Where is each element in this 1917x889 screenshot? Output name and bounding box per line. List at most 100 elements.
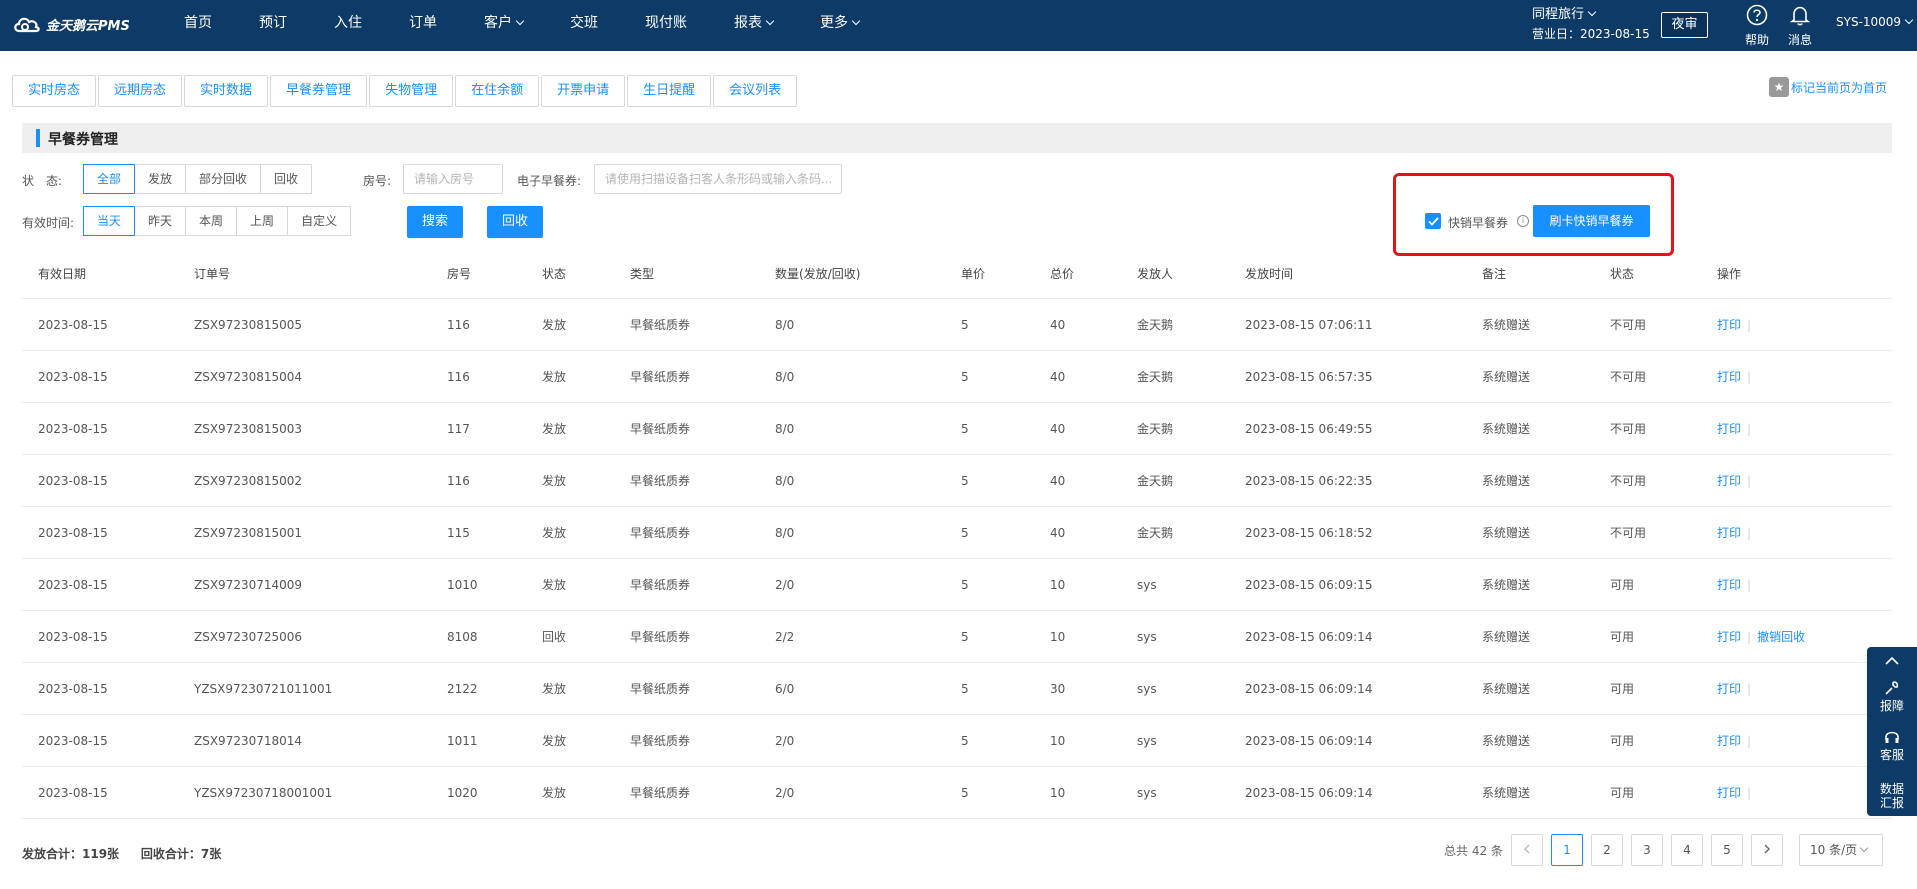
evoucher-input[interactable] — [594, 164, 842, 194]
valid-option-this-week[interactable]: 本周 — [185, 206, 238, 236]
chevron-left-icon — [1524, 844, 1530, 854]
chevron-down-icon — [515, 16, 525, 26]
valid-option-yesterday[interactable]: 昨天 — [134, 206, 187, 236]
cell-status: 发放 — [542, 318, 567, 332]
page-3[interactable]: 3 — [1631, 834, 1663, 866]
swipe-quick-sell-button[interactable]: 刷卡快销早餐券 — [1533, 205, 1650, 237]
print-link[interactable]: 打印 — [1717, 680, 1741, 697]
cell-issuer: 金天鹅 — [1137, 370, 1174, 384]
pin-icon: ★ — [1769, 77, 1789, 97]
info-icon[interactable]: i — [1517, 215, 1529, 227]
page-size-select[interactable]: 10 条/页 — [1799, 834, 1883, 866]
nav-checkin[interactable]: 入住 — [330, 0, 366, 51]
nav-more[interactable]: 更多 — [816, 0, 863, 51]
valid-option-last-week[interactable]: 上周 — [236, 206, 289, 236]
main-nav: 首页 预订 入住 订单 客户 交班 现付账 报表 更多 — [180, 0, 902, 51]
cell-actions: 打印 | — [1717, 351, 1757, 402]
cell-issue-time: 2023-08-15 06:09:14 — [1245, 733, 1373, 748]
quick-sell-checkbox[interactable] — [1425, 213, 1441, 229]
customer-service-button[interactable]: 客服 — [1867, 729, 1917, 762]
recycle-button[interactable]: 回收 — [487, 206, 543, 238]
print-link[interactable]: 打印 — [1717, 524, 1741, 541]
user-menu[interactable]: SYS-10009 — [1836, 15, 1914, 29]
tab-in-house-balance[interactable]: 在住余额 — [455, 75, 540, 107]
cell-order-no: ZSX97230718014 — [194, 733, 303, 748]
valid-option-custom[interactable]: 自定义 — [287, 206, 352, 236]
header-availability: 状态 — [1610, 266, 1635, 281]
print-link[interactable]: 打印 — [1717, 628, 1741, 645]
cell-availability: 可用 — [1610, 578, 1635, 592]
cell-actions: 打印 | 撤销回收 — [1717, 611, 1805, 662]
tab-breakfast-vouchers[interactable]: 早餐券管理 — [270, 75, 368, 107]
print-link[interactable]: 打印 — [1717, 732, 1741, 749]
data-report-button[interactable]: 数据汇报 — [1867, 782, 1917, 810]
cell-issuer: 金天鹅 — [1137, 474, 1174, 488]
report-issue-button[interactable]: 报障 — [1867, 680, 1917, 713]
nav-customers[interactable]: 客户 — [480, 0, 527, 51]
header-status: 状态 — [542, 266, 567, 281]
action-divider: | — [1747, 733, 1752, 748]
status-option-all[interactable]: 全部 — [83, 164, 136, 194]
chevron-down-icon — [1904, 15, 1914, 25]
cell-availability: 可用 — [1610, 630, 1635, 644]
nav-reports[interactable]: 报表 — [730, 0, 777, 51]
status-option-recycled[interactable]: 回收 — [260, 164, 313, 194]
nav-shift[interactable]: 交班 — [566, 0, 602, 51]
night-audit-button[interactable]: 夜审 — [1661, 12, 1708, 38]
valid-option-today[interactable]: 当天 — [83, 206, 136, 236]
cell-total-price: 40 — [1050, 421, 1066, 436]
nav-orders-label: 订单 — [409, 15, 437, 31]
hotel-selector[interactable]: 同程旅行 — [1532, 6, 1597, 24]
app-logo[interactable]: 金天鹅云PMS — [12, 14, 130, 34]
room-number-input[interactable] — [403, 164, 503, 194]
cell-valid-date: 2023-08-15 — [38, 681, 108, 696]
undo-recycle-link[interactable]: 撤销回收 — [1757, 628, 1805, 645]
quick-sell-label: 快销早餐券 — [1448, 216, 1509, 230]
cell-issuer: sys — [1137, 629, 1157, 644]
cell-remark: 系统赠送 — [1482, 422, 1531, 436]
tab-realtime-data[interactable]: 实时数据 — [184, 75, 269, 107]
table-row: 2023-08-15 YZSX97230718001001 1020 发放 早餐纸质券 2… — [22, 767, 1892, 819]
nav-reports-label: 报表 — [734, 15, 762, 31]
help-icon — [1746, 4, 1768, 26]
scroll-top-button[interactable] — [1867, 655, 1917, 669]
cell-order-no: YZSX97230718001001 — [194, 785, 333, 800]
cell-valid-date: 2023-08-15 — [38, 525, 108, 540]
cell-actions: 打印 | — [1717, 455, 1757, 506]
print-link[interactable]: 打印 — [1717, 316, 1741, 333]
tab-invoice-requests[interactable]: 开票申请 — [541, 75, 626, 107]
next-page-button[interactable] — [1751, 834, 1783, 866]
cell-type: 早餐纸质券 — [630, 422, 691, 436]
tab-meeting-list[interactable]: 会议列表 — [713, 75, 798, 107]
tab-lost-found[interactable]: 失物管理 — [369, 75, 454, 107]
cell-issue-time: 2023-08-15 06:09:14 — [1245, 785, 1373, 800]
status-option-partial[interactable]: 部分回收 — [185, 164, 262, 194]
print-link[interactable]: 打印 — [1717, 420, 1741, 437]
nav-home[interactable]: 首页 — [180, 0, 216, 51]
print-link[interactable]: 打印 — [1717, 368, 1741, 385]
print-link[interactable]: 打印 — [1717, 576, 1741, 593]
tab-future-room-status[interactable]: 远期房态 — [98, 75, 183, 107]
search-button[interactable]: 搜索 — [407, 206, 463, 238]
page-2[interactable]: 2 — [1591, 834, 1623, 866]
status-option-issued[interactable]: 发放 — [134, 164, 187, 194]
page-5[interactable]: 5 — [1711, 834, 1743, 866]
cell-room: 115 — [447, 525, 470, 540]
nav-orders[interactable]: 订单 — [405, 0, 441, 51]
page-4[interactable]: 4 — [1671, 834, 1703, 866]
nav-booking[interactable]: 预订 — [255, 0, 291, 51]
cell-type: 早餐纸质券 — [630, 578, 691, 592]
header-actions: 操作 — [1717, 266, 1742, 281]
print-link[interactable]: 打印 — [1717, 784, 1741, 801]
tab-realtime-room-status[interactable]: 实时房态 — [12, 75, 97, 107]
cell-remark: 系统赠送 — [1482, 682, 1531, 696]
nav-cash-account[interactable]: 现付账 — [641, 0, 691, 51]
messages-button[interactable]: 消息 — [1780, 4, 1820, 48]
tab-birthday-reminders[interactable]: 生日提醒 — [627, 75, 712, 107]
prev-page-button[interactable] — [1511, 834, 1543, 866]
page-1[interactable]: 1 — [1551, 834, 1583, 866]
print-link[interactable]: 打印 — [1717, 472, 1741, 489]
mark-as-home-link[interactable]: ★ 标记当前页为首页 — [1769, 77, 1887, 97]
help-button[interactable]: 帮助 — [1737, 4, 1777, 48]
cell-valid-date: 2023-08-15 — [38, 629, 108, 644]
